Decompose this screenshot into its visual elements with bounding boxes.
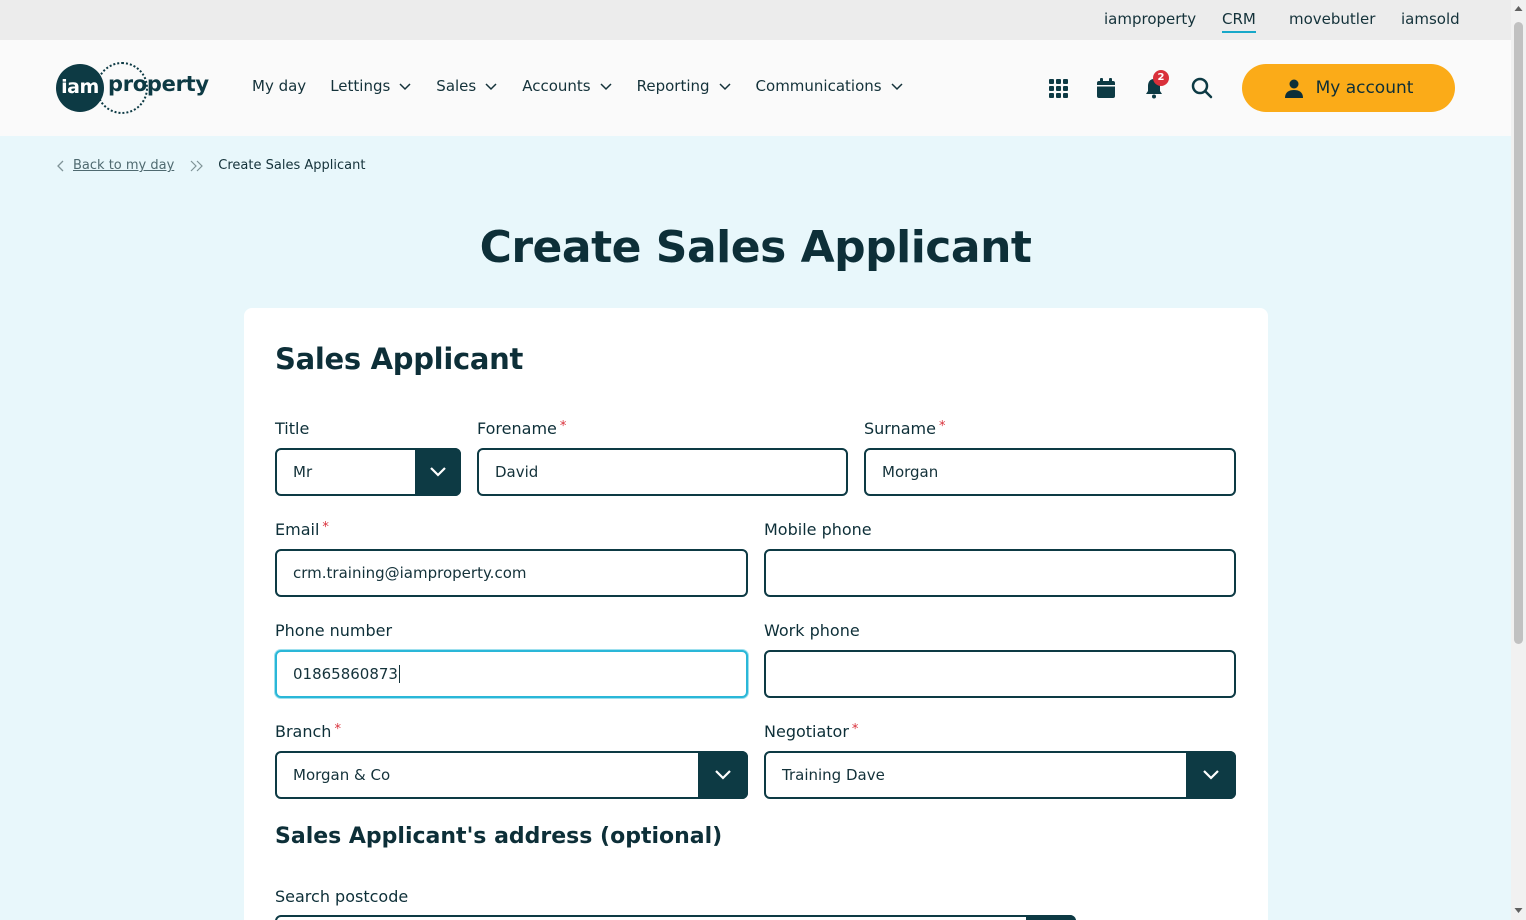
apps-grid-icon[interactable] (1046, 76, 1070, 100)
work-phone-label: Work phone (764, 621, 860, 640)
nav-item-sales[interactable]: Sales (436, 77, 498, 95)
chevron-left-icon (57, 160, 64, 171)
phone-number-label: Phone number (275, 621, 392, 640)
logo-circle: iam (56, 64, 104, 112)
nav-item-my-day[interactable]: My day (252, 77, 306, 95)
email-label-text: Email (275, 520, 320, 539)
text-caret (398, 665, 400, 683)
chevron-down-icon (719, 83, 731, 91)
main-nav: My day Lettings Sales Accounts Reporting… (252, 77, 928, 95)
chevron-down-icon (1203, 770, 1219, 780)
chevron-down-icon (600, 83, 612, 91)
required-mark: * (559, 419, 567, 434)
negotiator-select-toggle[interactable] (1186, 751, 1236, 799)
chevron-down-icon (430, 467, 446, 477)
forename-label: Forename * (477, 419, 566, 438)
mobile-phone-input[interactable] (764, 549, 1236, 597)
scroll-up-arrow-icon[interactable] (1514, 4, 1523, 13)
user-icon (1284, 79, 1303, 98)
my-account-button[interactable]: My account (1242, 64, 1455, 112)
branch-label-text: Branch (275, 722, 332, 741)
required-mark: * (851, 722, 859, 737)
chevron-down-icon (399, 83, 411, 91)
nav-item-lettings[interactable]: Lettings (330, 77, 412, 95)
required-mark: * (334, 722, 341, 737)
chevron-down-icon (891, 83, 903, 91)
breadcrumb: Back to my day Create Sales Applicant (56, 158, 365, 173)
work-phone-label-text: Work phone (764, 621, 860, 640)
phone-number-label-text: Phone number (275, 621, 393, 640)
nav-label: Sales (436, 77, 477, 95)
work-phone-input[interactable] (764, 650, 1236, 698)
chevron-down-icon (485, 83, 497, 91)
mobile-phone-label-text: Mobile phone (764, 520, 872, 539)
brand-link-crm[interactable]: CRM (1222, 10, 1256, 33)
title-select-value: Mr (293, 463, 313, 481)
branch-select[interactable]: Morgan & Co (275, 751, 748, 799)
search-postcode-label: Search postcode (275, 887, 409, 906)
double-chevron-right-icon (190, 160, 204, 171)
surname-label: Surname * (864, 419, 945, 438)
title-select-toggle[interactable] (415, 448, 461, 496)
section-title: Sales Applicant (275, 342, 524, 376)
brand-link-iamsold[interactable]: iamsold (1401, 10, 1460, 28)
negotiator-select-value: Training Dave (782, 766, 885, 784)
phone-number-input[interactable]: 01865860873 (275, 650, 748, 698)
my-account-label: My account (1315, 78, 1414, 98)
search-icon[interactable] (1190, 76, 1214, 100)
mobile-phone-label: Mobile phone (764, 520, 872, 539)
required-mark: * (938, 419, 946, 434)
negotiator-label-text: Negotiator (764, 722, 849, 741)
calendar-icon[interactable] (1094, 76, 1118, 100)
iamproperty-logo[interactable]: iam property (56, 62, 209, 114)
nav-label: Reporting (636, 77, 710, 95)
nav-item-reporting[interactable]: Reporting (637, 77, 732, 95)
surname-value: Morgan (882, 463, 939, 481)
scroll-down-arrow-icon[interactable] (1514, 906, 1523, 915)
title-select[interactable]: Mr (275, 448, 461, 496)
nav-label: Lettings (330, 77, 391, 95)
main-header: iam property My day Lettings Sales Accou… (0, 40, 1511, 136)
nav-label: Accounts (522, 77, 591, 95)
nav-item-accounts[interactable]: Accounts (522, 77, 612, 95)
page-scrollbar[interactable] (1511, 0, 1526, 920)
nav-label: My day (252, 77, 307, 95)
brand-link-movebutler[interactable]: movebutler (1289, 10, 1375, 28)
email-input[interactable]: crm.training@iamproperty.com (275, 549, 748, 597)
nav-label: Communications (755, 77, 882, 95)
search-postcode-input[interactable] (275, 915, 1076, 920)
search-postcode-button[interactable] (1026, 915, 1076, 920)
applicant-form-card: Sales Applicant Title Mr Forename * David… (244, 308, 1268, 920)
nav-item-communications[interactable]: Communications (756, 77, 904, 95)
email-value: crm.training@iamproperty.com (293, 564, 527, 582)
address-section-title: Sales Applicant's address (optional) (275, 824, 723, 849)
title-label: Title (275, 419, 309, 438)
required-mark: * (322, 520, 329, 535)
negotiator-label: Negotiator * (764, 722, 858, 741)
surname-input[interactable]: Morgan (864, 448, 1236, 496)
forename-label-text: Forename (477, 419, 557, 438)
forename-input[interactable]: David (477, 448, 848, 496)
email-label: Email * (275, 520, 329, 539)
branch-select-value: Morgan & Co (293, 766, 391, 784)
title-label-text: Title (275, 419, 310, 438)
surname-label-text: Surname (864, 419, 936, 438)
logo-text: property (108, 72, 209, 96)
chevron-down-icon (715, 770, 731, 780)
breadcrumb-current: Create Sales Applicant (218, 158, 366, 173)
brand-link-iamproperty[interactable]: iamproperty (1104, 10, 1196, 28)
branch-label: Branch * (275, 722, 341, 741)
forename-value: David (495, 463, 539, 481)
branch-select-toggle[interactable] (698, 751, 748, 799)
notification-badge: 2 (1153, 70, 1169, 86)
back-to-my-day-link[interactable]: Back to my day (73, 158, 174, 173)
phone-number-value: 01865860873 (293, 665, 398, 683)
negotiator-select[interactable]: Training Dave (764, 751, 1236, 799)
page-title: Create Sales Applicant (479, 222, 1032, 273)
scrollbar-thumb[interactable] (1514, 22, 1523, 644)
brand-bar: iamproperty CRM movebutler iamsold (0, 0, 1511, 40)
